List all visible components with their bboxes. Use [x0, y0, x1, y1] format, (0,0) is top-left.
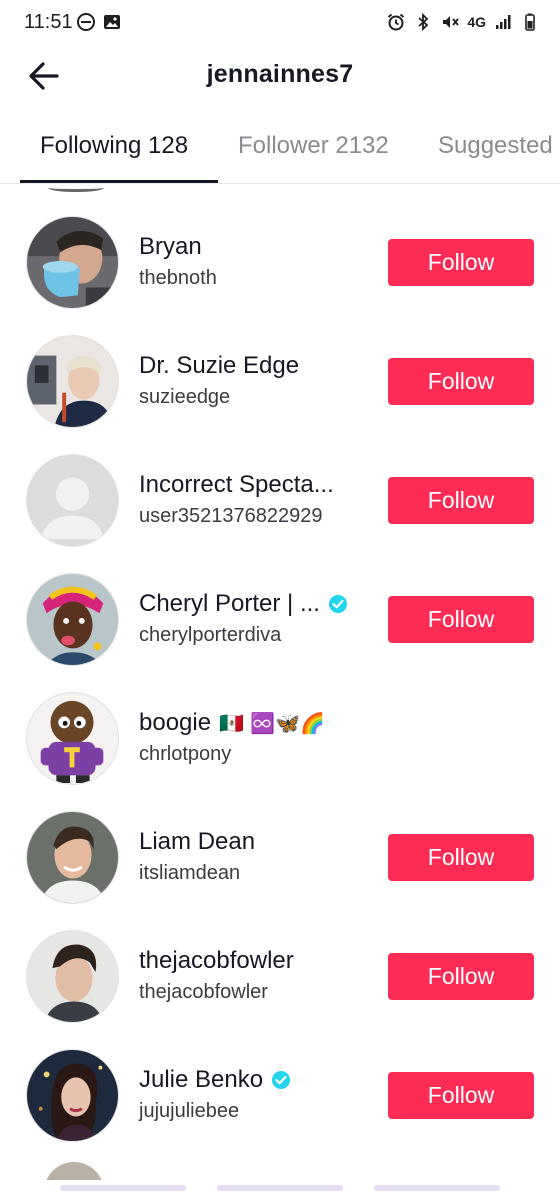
- display-name: thejacobfowler: [139, 947, 294, 974]
- follow-button[interactable]: Follow: [388, 834, 534, 881]
- avatar[interactable]: [26, 335, 119, 428]
- avatar[interactable]: [26, 573, 119, 666]
- tab-follower[interactable]: Follower 2132: [238, 132, 389, 160]
- list-item[interactable]: Incorrect Specta... user3521376822929 Fo…: [0, 438, 560, 557]
- page-title: jennainnes7: [206, 60, 354, 88]
- username: itsliamdean: [139, 862, 241, 884]
- list-item[interactable]: Bryan thebnoth Follow: [0, 200, 560, 319]
- avatar[interactable]: [26, 216, 119, 309]
- follow-button[interactable]: Follow: [388, 358, 534, 405]
- list-item[interactable]: Julie Benko jujujuliebee Follow: [0, 1033, 560, 1152]
- username: thejacobfowler: [139, 981, 268, 1003]
- active-tab-indicator: [20, 180, 218, 183]
- avatar[interactable]: [26, 1049, 119, 1142]
- display-name: boogie: [139, 709, 212, 736]
- follow-button[interactable]: Follow: [388, 239, 534, 286]
- mute-icon: [443, 16, 460, 28]
- follow-button[interactable]: Follow: [388, 596, 534, 643]
- bluetooth-icon: [418, 12, 429, 32]
- list-item[interactable]: thejacobfowler thejacobfowler Follow: [0, 914, 560, 1033]
- header: jennainnes7: [0, 48, 560, 104]
- username: cherylporterdiva: [139, 624, 282, 646]
- nav-hint-left: [60, 1185, 186, 1191]
- username: chrlotpony: [139, 743, 232, 765]
- display-name: Cheryl Porter | ...: [139, 590, 320, 617]
- username: thebnoth: [139, 267, 217, 289]
- default-avatar-icon: [27, 455, 118, 546]
- list-item[interactable]: Dr. Suzie Edge suzieedge Follow: [0, 319, 560, 438]
- username: suzieedge: [139, 386, 231, 408]
- verified-badge-icon: [328, 595, 347, 613]
- partial-avatar-above: [48, 184, 104, 192]
- avatar[interactable]: [26, 930, 119, 1023]
- list-item[interactable]: boogie 🇲🇽 ♾️🦋🌈 chrlotpony: [0, 676, 560, 795]
- display-name: Julie Benko: [139, 1066, 264, 1093]
- verified-badge-icon: [272, 1071, 291, 1089]
- display-name: Bryan: [139, 233, 202, 260]
- username: user3521376822929: [139, 505, 323, 527]
- list-item[interactable]: Liam Dean itsliamdean Follow: [0, 795, 560, 914]
- display-name: Liam Dean: [139, 828, 256, 855]
- nav-hint-right: [374, 1185, 500, 1191]
- signal-icon: [496, 15, 511, 29]
- tab-following[interactable]: Following 128: [40, 132, 188, 160]
- follow-button[interactable]: Follow: [388, 1072, 534, 1119]
- partial-avatar-below: [44, 1162, 104, 1180]
- follow-button[interactable]: Follow: [388, 477, 534, 524]
- display-name: Incorrect Specta...: [139, 471, 334, 498]
- avatar[interactable]: [26, 454, 119, 547]
- nav-hint-center: [217, 1185, 343, 1191]
- display-name: Dr. Suzie Edge: [139, 352, 300, 379]
- status-bar: 11:51 4G: [0, 0, 560, 48]
- name-emojis: 🇲🇽 ♾️🦋🌈: [219, 711, 326, 735]
- alarm-icon: [388, 13, 405, 31]
- username: jujujuliebee: [139, 1100, 240, 1122]
- tab-bar: Following 128 Follower 2132 Suggested: [0, 118, 560, 184]
- status-time: 11:51: [24, 11, 73, 33]
- battery-icon: [525, 13, 535, 31]
- gallery-icon: [104, 15, 120, 29]
- avatar[interactable]: [26, 692, 119, 785]
- do-not-disturb-icon: [77, 13, 95, 31]
- lte-label: 4G: [467, 14, 486, 30]
- tab-suggested[interactable]: Suggested: [438, 132, 553, 160]
- list-item[interactable]: Cheryl Porter | ... cherylporterdiva Fol…: [0, 557, 560, 676]
- avatar[interactable]: [26, 811, 119, 904]
- follow-button[interactable]: Follow: [388, 953, 534, 1000]
